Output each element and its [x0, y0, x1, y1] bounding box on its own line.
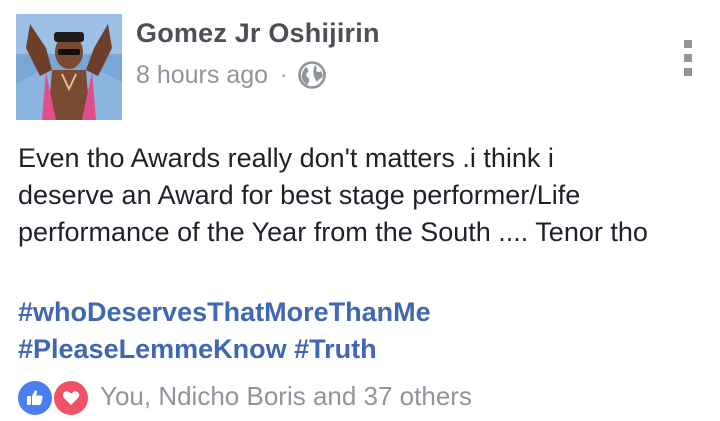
- vertical-ellipsis-icon: [684, 40, 692, 48]
- hashtag-link[interactable]: #whoDeservesThatMoreThanMe: [18, 297, 431, 327]
- hashtag-link[interactable]: #PleaseLemmeKnow: [18, 334, 287, 364]
- post-timestamp[interactable]: 8 hours ago: [136, 61, 268, 90]
- vertical-ellipsis-icon: [684, 68, 692, 76]
- post-hashtags: #whoDeservesThatMoreThanMe #PleaseLemmeK…: [18, 294, 431, 368]
- author-avatar[interactable]: [16, 14, 122, 120]
- post-meta: 8 hours ago ·: [136, 58, 327, 92]
- reactions-summary[interactable]: You, Ndicho Boris and 37 others: [100, 381, 472, 412]
- meta-separator: ·: [280, 62, 288, 87]
- love-icon: [52, 379, 90, 417]
- author-name[interactable]: Gomez Jr Oshijirin: [136, 18, 380, 49]
- hashtag-link[interactable]: #Truth: [294, 334, 377, 364]
- post-card: Gomez Jr Oshijirin 8 hours ago · Even th…: [0, 0, 720, 421]
- post-body: Even tho Awards really don't matters .i …: [18, 140, 718, 251]
- like-icon: [16, 379, 54, 417]
- reactions-bar[interactable]: You, Ndicho Boris and 37 others: [16, 378, 472, 417]
- post-body-line: deserve an Award for best stage performe…: [18, 180, 581, 210]
- post-menu-button[interactable]: [676, 40, 700, 76]
- vertical-ellipsis-icon: [684, 54, 692, 62]
- post-body-line: Even tho Awards really don't matters .i …: [18, 143, 554, 173]
- globe-icon: [297, 60, 327, 90]
- post-body-line: performance of the Year from the South .…: [18, 217, 648, 247]
- reaction-icons: [16, 378, 96, 417]
- avatar-photo: [16, 14, 122, 120]
